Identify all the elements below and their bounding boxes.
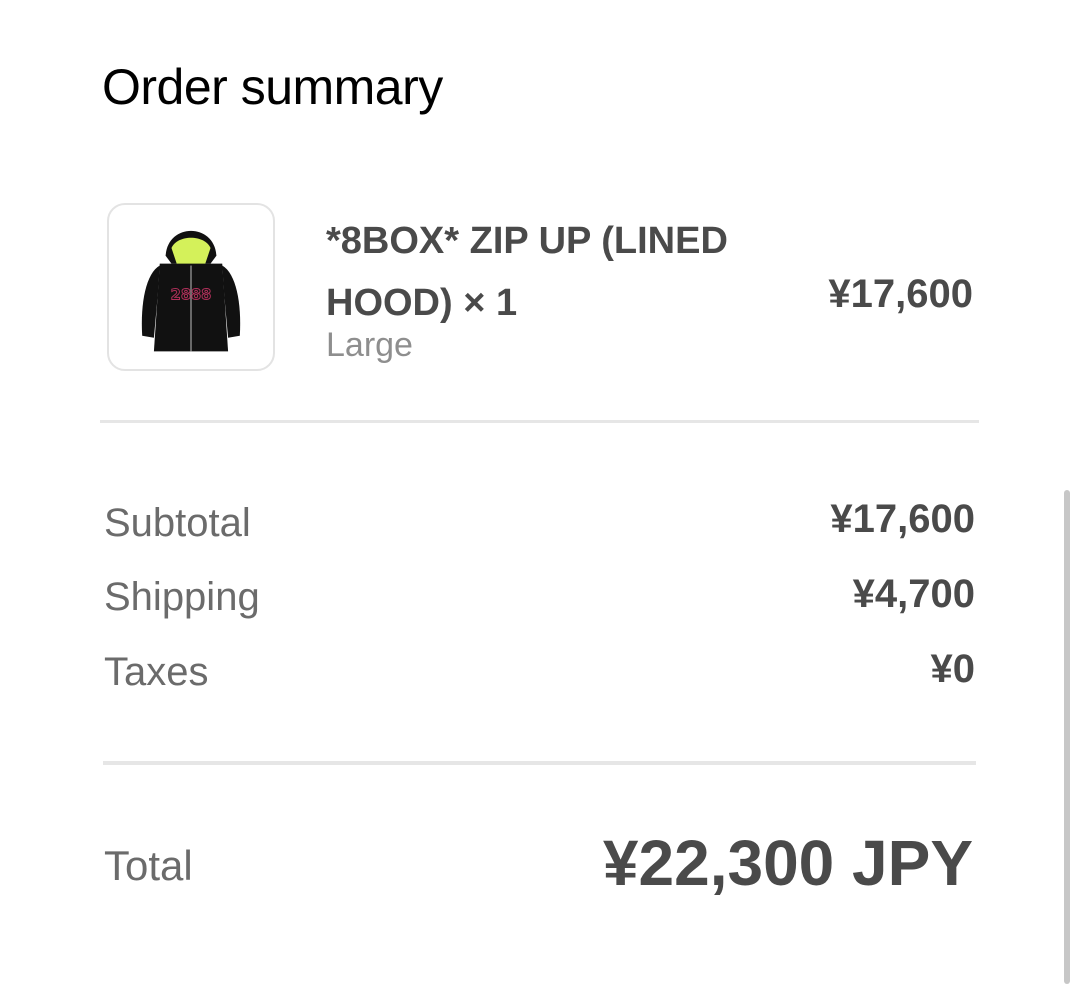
scrollbar[interactable] bbox=[1064, 490, 1070, 984]
subtotal-value: ¥17,600 bbox=[830, 497, 975, 541]
taxes-label: Taxes bbox=[104, 650, 209, 694]
shipping-value: ¥4,700 bbox=[852, 572, 975, 616]
item-variant: Large bbox=[326, 326, 413, 364]
hoodie-print-text: 2888 bbox=[171, 287, 212, 304]
item-quantity: × 1 bbox=[463, 282, 518, 324]
order-summary-page: Order summary 2888 *8BOX* ZIP UP (LINED … bbox=[0, 0, 1080, 986]
item-title: *8BOX* ZIP UP (LINED HOOD) bbox=[326, 220, 728, 324]
item-name: *8BOX* ZIP UP (LINED HOOD) × 1 bbox=[326, 210, 756, 334]
page-title: Order summary bbox=[102, 59, 443, 115]
total-value: ¥22,300 JPY bbox=[602, 827, 973, 899]
divider bbox=[100, 420, 979, 423]
shipping-label: Shipping bbox=[104, 575, 260, 619]
taxes-value: ¥0 bbox=[930, 647, 976, 691]
subtotal-label: Subtotal bbox=[104, 501, 251, 545]
total-label: Total bbox=[104, 842, 193, 889]
divider bbox=[103, 761, 976, 765]
product-thumbnail: 2888 bbox=[107, 203, 275, 371]
item-price: ¥17,600 bbox=[828, 272, 973, 316]
hoodie-image: 2888 bbox=[141, 230, 241, 352]
